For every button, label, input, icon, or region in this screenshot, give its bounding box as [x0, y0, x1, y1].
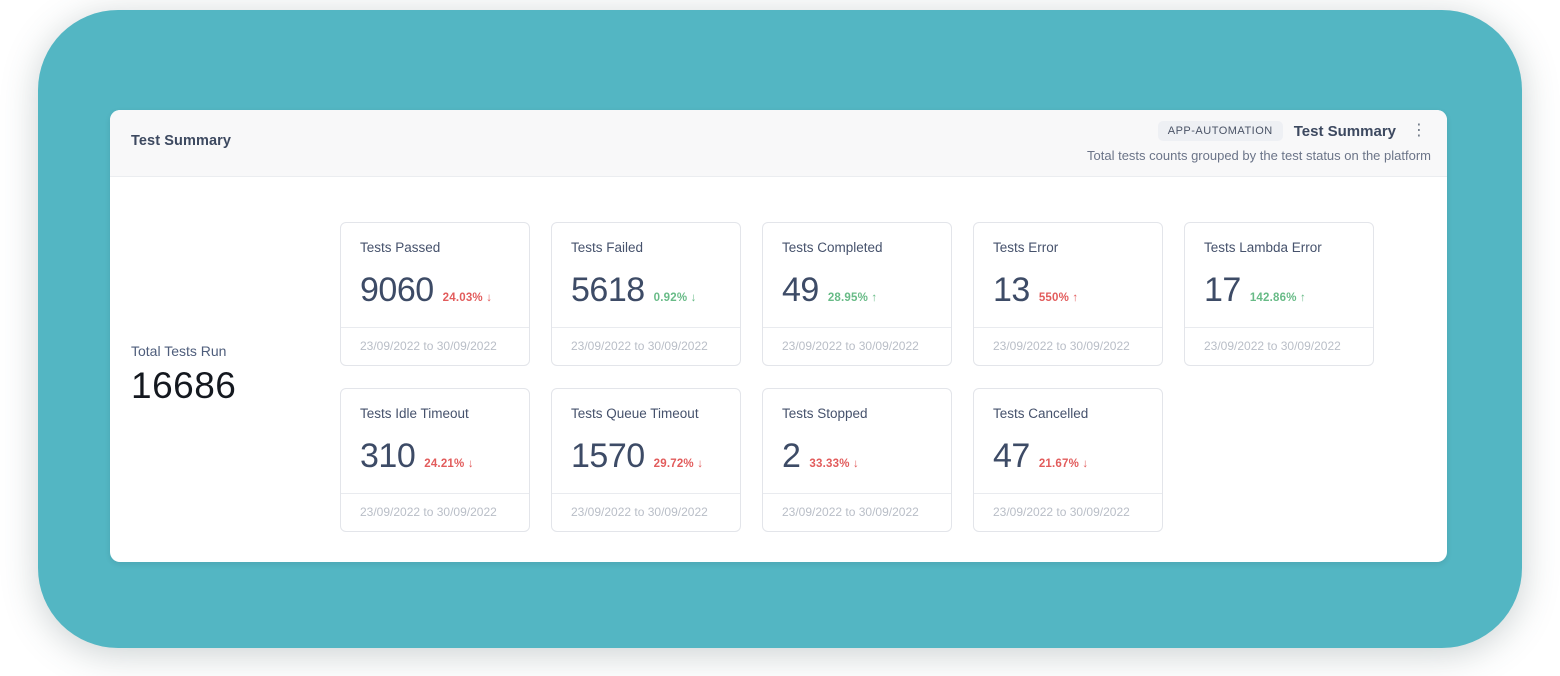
widget-title: Test Summary [1293, 122, 1396, 140]
metric-card-title: Tests Passed [360, 240, 441, 255]
metric-card-date-range: 23/09/2022 to 30/09/2022 [1185, 327, 1373, 365]
metric-card-date-range: 23/09/2022 to 30/09/2022 [341, 327, 529, 365]
metric-card-value: 5618 [571, 271, 645, 309]
kebab-menu-icon[interactable]: ⋮ [1407, 121, 1431, 141]
metric-card-title: Tests Idle Timeout [360, 406, 469, 421]
metric-cards-grid: Tests Passed 9060 24.03% ↓ 23/09/2022 to… [340, 222, 1374, 532]
metric-card-value: 47 [993, 437, 1030, 475]
metric-card-title: Tests Failed [571, 240, 644, 255]
widget-subtitle: Total tests counts grouped by the test s… [1087, 148, 1431, 163]
metric-card-title: Tests Cancelled [993, 406, 1089, 421]
metric-card-date-range: 23/09/2022 to 30/09/2022 [974, 327, 1162, 365]
metric-card: Tests Idle Timeout 310 24.21% ↓ 23/09/20… [340, 388, 530, 532]
metric-card: Tests Completed 49 28.95% ↑ 23/09/2022 t… [762, 222, 952, 366]
metric-card-title: Tests Completed [782, 240, 883, 255]
metric-card-date-range: 23/09/2022 to 30/09/2022 [763, 327, 951, 365]
widget-header-right: APP-AUTOMATION Test Summary ⋮ Total test… [1087, 121, 1431, 163]
metric-card: Tests Failed 5618 0.92% ↓ 23/09/2022 to … [551, 222, 741, 366]
metric-card: Tests Queue Timeout 1570 29.72% ↓ 23/09/… [551, 388, 741, 532]
metric-card: Tests Passed 9060 24.03% ↓ 23/09/2022 to… [340, 222, 530, 366]
metric-card-delta: 24.03% ↓ [442, 292, 493, 304]
metric-card-title: Tests Lambda Error [1204, 240, 1322, 255]
metric-card-delta: 24.21% ↓ [424, 458, 474, 470]
metric-card-title: Tests Stopped [782, 406, 868, 421]
metric-card-date-range: 23/09/2022 to 30/09/2022 [552, 493, 740, 531]
metric-card-value: 310 [360, 437, 416, 475]
metric-card-delta: 0.92% ↓ [653, 292, 697, 304]
metric-card-date-range: 23/09/2022 to 30/09/2022 [763, 493, 951, 531]
widget-body: Total Tests Run 16686 Tests Passed 9060 … [110, 177, 1447, 561]
metric-card-delta: 29.72% ↓ [653, 458, 704, 470]
metric-card: Tests Error 13 550% ↑ 23/09/2022 to 30/0… [973, 222, 1163, 366]
metric-card-date-range: 23/09/2022 to 30/09/2022 [341, 493, 529, 531]
metric-card-date-range: 23/09/2022 to 30/09/2022 [974, 493, 1162, 531]
metric-card-value: 1570 [571, 437, 645, 475]
app-automation-badge: APP-AUTOMATION [1157, 121, 1283, 141]
metric-card-delta: 21.67% ↓ [1038, 458, 1089, 470]
metric-card-date-range: 23/09/2022 to 30/09/2022 [552, 327, 740, 365]
metric-card-delta: 550% ↑ [1038, 292, 1079, 304]
metric-card-value: 2 [782, 437, 801, 475]
test-summary-widget: Test Summary APP-AUTOMATION Test Summary… [110, 110, 1447, 562]
widget-header: Test Summary APP-AUTOMATION Test Summary… [110, 110, 1447, 177]
metric-card: Tests Lambda Error 17 142.86% ↑ 23/09/20… [1184, 222, 1374, 366]
metric-card-title: Tests Queue Timeout [571, 406, 699, 421]
total-tests-value: 16686 [131, 365, 237, 406]
metric-card-delta: 33.33% ↓ [809, 458, 859, 470]
total-tests-block: Total Tests Run 16686 [131, 343, 236, 407]
metric-card: Tests Stopped 2 33.33% ↓ 23/09/2022 to 3… [762, 388, 952, 532]
metric-card-delta: 142.86% ↑ [1249, 292, 1306, 304]
metric-card-title: Tests Error [993, 240, 1059, 255]
metric-card: Tests Cancelled 47 21.67% ↓ 23/09/2022 t… [973, 388, 1163, 532]
total-tests-label: Total Tests Run [131, 343, 227, 359]
metric-card-value: 49 [782, 271, 819, 309]
metric-card-delta: 28.95% ↑ [827, 292, 878, 304]
metric-card-value: 17 [1204, 271, 1241, 309]
metric-card-value: 9060 [360, 271, 434, 309]
widget-header-title: Test Summary [131, 133, 232, 149]
metric-card-value: 13 [993, 271, 1030, 309]
